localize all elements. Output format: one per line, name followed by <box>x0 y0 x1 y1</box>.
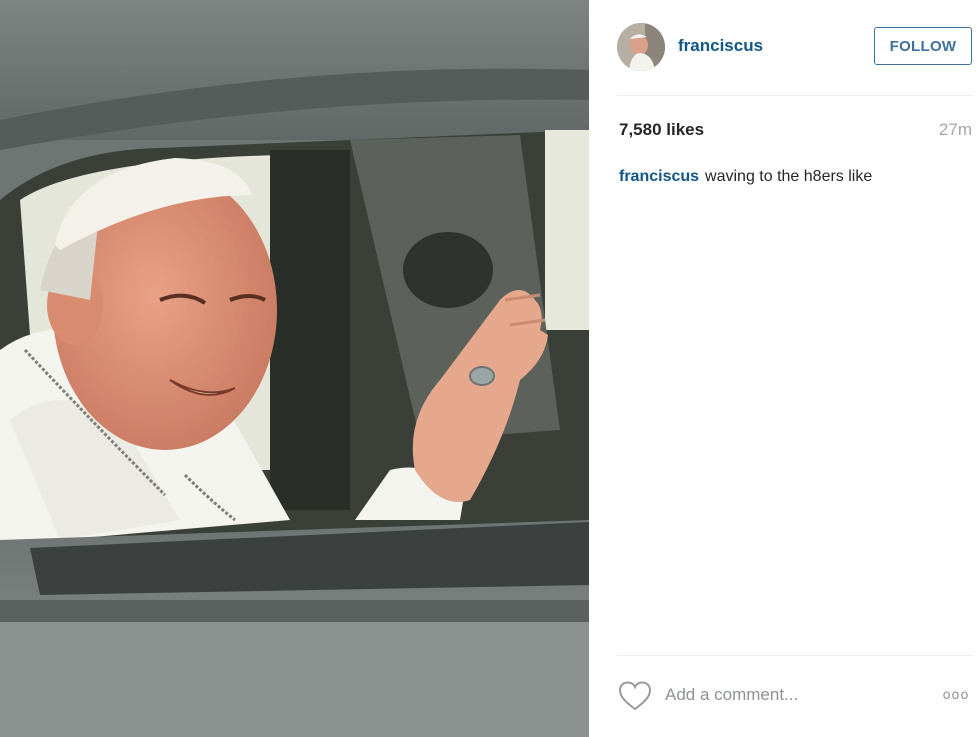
post-photo-illustration <box>0 0 589 737</box>
likes-count[interactable]: 7,580 likes <box>619 120 704 140</box>
avatar[interactable] <box>617 23 665 71</box>
post-timestamp: 27m <box>938 120 972 139</box>
caption-text: waving to the h8ers like <box>705 168 873 185</box>
more-options-icon[interactable]: ooo <box>939 686 973 706</box>
caption-username[interactable]: franciscus <box>619 168 699 185</box>
add-comment-input[interactable] <box>665 682 915 708</box>
comment-divider <box>617 655 973 656</box>
heart-icon[interactable] <box>618 681 652 711</box>
header-divider <box>617 95 973 96</box>
post-photo[interactable] <box>0 0 589 737</box>
post-username[interactable]: franciscus <box>678 36 763 56</box>
post-details-panel: franciscus FOLLOW 7,580 likes 27m franci… <box>589 0 980 737</box>
post-caption: franciscus waving to the h8ers like <box>619 168 969 186</box>
avatar-image <box>617 23 665 71</box>
follow-button[interactable]: FOLLOW <box>874 27 972 65</box>
post-header: franciscus FOLLOW <box>589 0 980 95</box>
comment-bar: ooo <box>589 668 980 728</box>
